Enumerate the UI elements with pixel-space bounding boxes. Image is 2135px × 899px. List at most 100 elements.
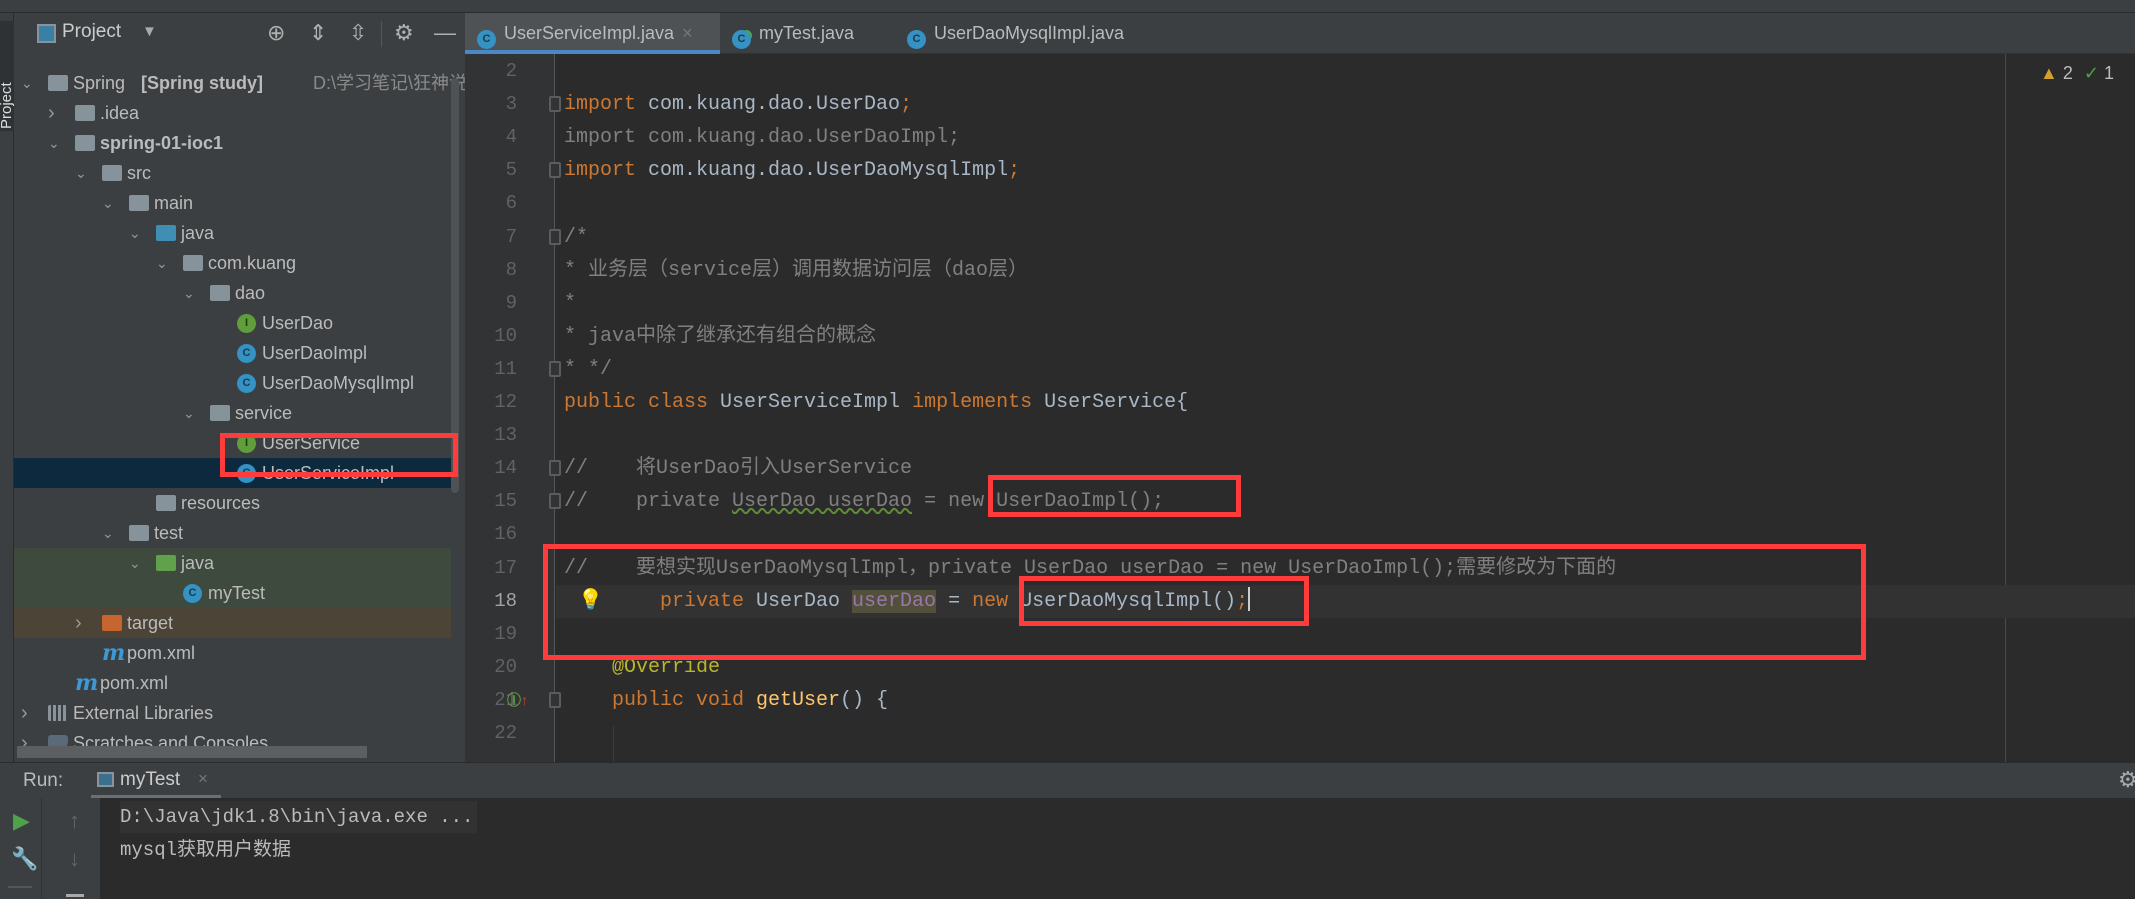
tree-item[interactable]: m pom.xml [14, 638, 451, 668]
tab-label: myTest.java [759, 23, 855, 43]
chevron-down-icon[interactable]: ⌄ [129, 548, 143, 578]
code-token: getUser [756, 688, 841, 712]
tree-item-label: service [235, 403, 293, 423]
tree-item[interactable]: › External Libraries [14, 698, 451, 728]
fold-marker-icon[interactable] [549, 228, 561, 245]
highlight-box-tree-selection [220, 433, 458, 477]
project-view-title[interactable]: Project [62, 21, 121, 43]
close-icon[interactable]: × [682, 23, 693, 43]
tree-item-label: test [154, 523, 184, 543]
tree-item[interactable]: › target [14, 608, 451, 638]
tree-item[interactable]: ⌄ Spring [Spring study] D:\学习笔记\狂神说Jav [14, 68, 495, 98]
tree-item[interactable]: ⌄ main [14, 188, 451, 218]
chevron-down-icon[interactable]: ⌄ [183, 278, 197, 308]
fold-marker-icon[interactable] [549, 96, 561, 113]
minimize-icon[interactable]: — [434, 21, 456, 45]
chevron-down-icon[interactable]: ⌄ [156, 248, 170, 278]
chevron-right-icon[interactable]: › [21, 698, 35, 728]
console-output-line: mysql获取用户数据 [120, 839, 292, 861]
chevron-down-icon[interactable]: ⌄ [102, 518, 116, 548]
code-line[interactable]: * [564, 287, 576, 320]
code-line[interactable]: import com.kuang.dao.UserDao; [564, 88, 912, 121]
tree-item[interactable]: resources [14, 488, 451, 518]
fold-marker-icon[interactable] [549, 360, 561, 377]
code-line[interactable]: public void getUser() { [564, 684, 888, 717]
locate-icon[interactable]: ⊕ [267, 21, 285, 45]
folder-icon [75, 105, 95, 121]
collapse-all-icon[interactable]: ⇳ [349, 21, 367, 45]
tab-userdaomysqlimpl-java[interactable]: C UserDaoMysqlImpl.java [895, 13, 1140, 54]
code-line[interactable]: import com.kuang.dao.UserDaoMysqlImpl; [564, 154, 1020, 187]
tree-horizontal-scrollbar[interactable] [17, 746, 367, 758]
class-icon: C [477, 30, 496, 49]
chevron-down-icon[interactable]: ⌄ [102, 188, 116, 218]
chevron-right-icon[interactable]: › [75, 608, 89, 638]
chevron-down-icon[interactable]: ⌄ [129, 218, 143, 248]
tree-item[interactable]: ⌄ com.kuang [14, 248, 451, 278]
chevron-down-icon[interactable]: ⌄ [183, 398, 197, 428]
code-line[interactable]: public class UserServiceImpl implements … [564, 386, 1188, 419]
expand-all-icon[interactable]: ⇕ [309, 21, 327, 45]
tree-item[interactable]: I UserDao [14, 308, 451, 338]
highlight-box-line15 [988, 475, 1241, 517]
tree-item[interactable]: ⌄ src [14, 158, 451, 188]
weak-warning-check-icon: ✓ [2083, 63, 2099, 83]
run-tab-mytest[interactable]: myTest × [91, 763, 221, 799]
code-line[interactable]: * java中除了继承还有组合的概念 [564, 320, 876, 353]
run-tab-label: myTest [120, 769, 181, 790]
tree-item[interactable]: ⌄ java [14, 218, 451, 248]
tree-item[interactable]: C UserDaoImpl [14, 338, 451, 368]
tree-item-label: myTest [208, 583, 266, 603]
line-number: 19 [494, 622, 517, 645]
close-icon[interactable]: × [198, 769, 208, 789]
warning-count: 2 [2062, 63, 2073, 83]
tree-item[interactable]: ⌄ service [14, 398, 451, 428]
project-tool-button[interactable]: Project [0, 21, 15, 131]
gear-icon[interactable]: ⚙ [2118, 767, 2135, 793]
code-token: () { [840, 688, 889, 712]
code-line[interactable]: /* [564, 221, 588, 254]
tab-mytest-java[interactable]: CmyTest.java [720, 13, 895, 54]
code-line[interactable]: // 将UserDao引入UserService [564, 452, 912, 485]
implements-gutter-icon[interactable]: Ⓘ↑ [507, 690, 528, 710]
triangle-down-icon[interactable]: ▼ [142, 23, 157, 40]
folder-icon [156, 225, 176, 241]
run-icon[interactable]: ▶ [13, 808, 30, 834]
inspection-widget[interactable]: ▲ 2 ✓ 1 [2040, 60, 2114, 86]
code-token: /* [564, 225, 589, 249]
tab-userserviceimpl-java[interactable]: C UserServiceImpl.java × [465, 13, 720, 54]
chevron-down-icon[interactable]: ⌄ [48, 128, 62, 158]
code-token: com.kuang.dao.UserDao [636, 93, 901, 117]
tree-item[interactable]: ⌄ spring-01-ioc1 [14, 128, 451, 158]
code-line[interactable]: * */ [564, 353, 612, 386]
module-icon [75, 135, 95, 151]
tree-item[interactable]: m pom.xml [14, 668, 451, 698]
chevron-down-icon[interactable]: ⌄ [75, 158, 89, 188]
code-line[interactable]: import com.kuang.dao.UserDaoImpl; [564, 121, 960, 154]
tree-item[interactable]: ⌄ dao [14, 278, 451, 308]
code-line[interactable]: * 业务层（service层）调用数据访问层（dao层） [564, 254, 1028, 287]
fold-marker-icon[interactable] [549, 162, 561, 179]
gear-icon[interactable]: ⚙ [394, 21, 414, 45]
tree-item[interactable]: ⌄ test [14, 518, 451, 548]
line-number: 4 [505, 126, 517, 149]
tree-item[interactable]: ⌄ java [14, 548, 451, 578]
code-token: import [564, 93, 637, 117]
folder-icon [129, 195, 149, 211]
wrench-icon[interactable]: 🔧 [11, 846, 38, 872]
line-number: 11 [494, 357, 517, 380]
fold-marker-icon[interactable] [549, 493, 561, 510]
code-token: UserService{ [1044, 391, 1189, 414]
up-arrow-icon[interactable]: ↑ [69, 808, 80, 834]
down-arrow-icon[interactable]: ↓ [69, 846, 80, 872]
folder-icon [129, 525, 149, 541]
fold-marker-icon[interactable] [549, 460, 561, 477]
fold-marker-icon[interactable] [549, 691, 561, 708]
tree-item[interactable]: › .idea [14, 98, 451, 128]
chevron-right-icon[interactable]: › [48, 98, 62, 128]
tree-item[interactable]: CmyTest [14, 578, 451, 608]
chevron-down-icon[interactable]: ⌄ [21, 68, 35, 98]
tree-item[interactable]: C UserDaoMysqlImpl [14, 368, 451, 398]
package-icon [183, 255, 203, 271]
tree-vertical-scrollbar[interactable] [451, 78, 459, 493]
